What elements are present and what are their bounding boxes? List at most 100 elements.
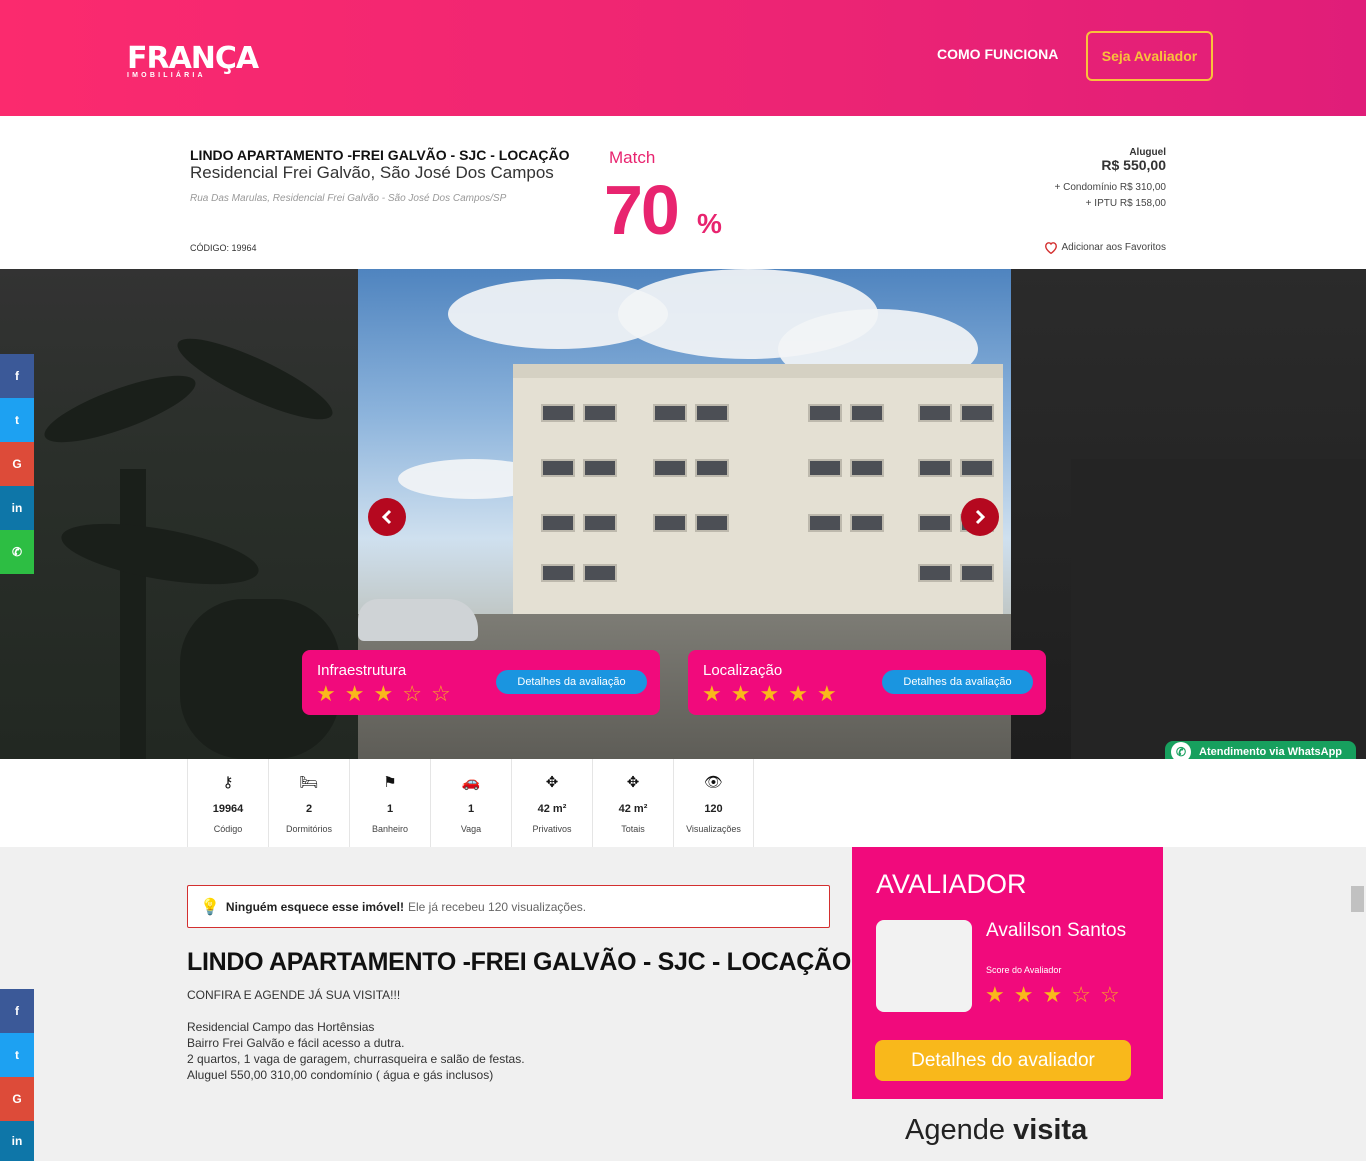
feature-code: ⚷ 19964 Código: [187, 759, 268, 847]
nav-como-funciona[interactable]: COMO FUNCIONA: [937, 46, 1058, 62]
match-percent: %: [697, 208, 722, 239]
property-address: Rua Das Marulas, Residencial Frei Galvão…: [190, 193, 507, 204]
feature-value: 2: [305, 803, 313, 815]
star-filled-icon: ★: [344, 681, 365, 706]
evaluator-heading: AVALIADOR: [876, 869, 1027, 899]
share-twitter-icon[interactable]: t: [0, 398, 34, 442]
rating-card-localizacao: Localização ★ ★ ★ ★ ★ Detalhes da avaliação: [688, 650, 1046, 715]
feature-label: Totais: [621, 824, 645, 834]
star-empty-icon: ☆: [402, 681, 422, 706]
feature-views: 👁 120 Visualizações: [673, 759, 754, 847]
photo-gallery[interactable]: [0, 269, 1366, 759]
feature-label: Visualizações: [686, 824, 741, 834]
description-line: Bairro Frei Galvão e fácil acesso a dutr…: [187, 1036, 405, 1050]
alert-text: Ele já recebeu 120 visualizações.: [408, 899, 587, 914]
star-filled-icon: ★: [1013, 982, 1034, 1007]
star-empty-icon: ☆: [1071, 982, 1091, 1007]
schedule-light: Agende: [905, 1114, 1005, 1146]
star-filled-icon: ★: [816, 681, 837, 706]
gallery-next-button[interactable]: [961, 498, 999, 536]
share-google-icon[interactable]: G: [0, 442, 34, 486]
share-linkedin-icon[interactable]: in: [0, 1121, 34, 1161]
feature-parking: 🚗 1 Vaga: [430, 759, 511, 847]
description-title: LINDO APARTAMENTO -FREI GALVÃO - SJC - L…: [187, 948, 851, 976]
iptu-fee: + IPTU R$ 158,00: [1085, 198, 1166, 209]
car-icon: 🚗: [461, 774, 481, 791]
star-filled-icon: ★: [316, 681, 336, 706]
gallery-prev-button[interactable]: [368, 498, 406, 536]
star-filled-icon: ★: [1042, 982, 1063, 1007]
star-empty-icon: ☆: [1099, 982, 1120, 1007]
rating-title: Infraestrutura: [317, 662, 407, 679]
schedule-bold: visita: [1013, 1114, 1088, 1146]
top-header: FRANÇA IMOBILIÁRIA COMO FUNCIONA Seja Av…: [0, 0, 1366, 116]
match-value: 70: [604, 171, 680, 249]
property-code: CÓDIGO: 19964: [190, 243, 257, 253]
description-line: CONFIRA E AGENDE JÁ SUA VISITA!!!: [187, 988, 401, 1002]
evaluator-name: Avalilson Santos: [986, 920, 1127, 941]
description-line: Aluguel 550,00 310,00 condomínio ( água …: [187, 1068, 494, 1082]
lightbulb-icon: 💡: [200, 898, 220, 916]
star-filled-icon: ★: [730, 681, 751, 706]
star-filled-icon: ★: [702, 681, 722, 706]
feature-bedrooms: 🛏 2 Dormitórios: [268, 759, 349, 847]
share-whatsapp-icon[interactable]: ✆: [0, 530, 34, 574]
feature-value: 1: [386, 803, 394, 815]
heart-icon: [1044, 242, 1057, 254]
shower-icon: ⚑: [383, 774, 397, 791]
feature-label: Privativos: [532, 824, 572, 834]
favorite-label: Adicionar aos Favoritos: [1061, 242, 1167, 253]
add-favorite-button[interactable]: Adicionar aos Favoritos: [1044, 241, 1167, 254]
schedule-visit-heading: Agende visita: [905, 1114, 1087, 1147]
share-twitter-icon[interactable]: t: [0, 1033, 34, 1077]
share-facebook-icon[interactable]: f: [0, 354, 34, 398]
move-icon: ✥: [626, 774, 640, 791]
star-filled-icon: ★: [788, 681, 808, 706]
rent-value: R$ 550,00: [1101, 157, 1166, 173]
alert-strong-text: Ninguém esquece esse imóvel!: [225, 899, 404, 914]
seja-avaliador-button[interactable]: Seja Avaliador: [1086, 31, 1213, 81]
property-features: ⚷ 19964 Código 🛏 2 Dormitórios ⚑ 1 Banhe…: [0, 759, 1366, 847]
share-facebook-icon[interactable]: f: [0, 989, 34, 1033]
description-line: Residencial Campo das Hortênsias: [187, 1020, 375, 1034]
share-linkedin-icon[interactable]: in: [0, 486, 34, 530]
chevron-right-icon: [975, 509, 986, 525]
avatar: [876, 920, 972, 1012]
feature-private-area: ✥ 42 m² Privativos: [511, 759, 592, 847]
feature-label: Vaga: [460, 824, 482, 834]
star-filled-icon: ★: [759, 681, 780, 706]
feature-label: Dormitórios: [285, 824, 332, 834]
evaluator-stars: ★ ★ ★ ☆ ☆: [985, 983, 1120, 1007]
star-filled-icon: ★: [373, 681, 394, 706]
match-label: Match: [609, 148, 656, 167]
share-google-icon[interactable]: G: [0, 1077, 34, 1121]
move-icon: ✥: [545, 774, 559, 791]
feature-value: 19964: [212, 803, 244, 815]
bed-icon: 🛏: [299, 774, 319, 791]
rating-card-infraestrutura: Infraestrutura ★ ★ ★ ☆ ☆ Detalhes da avaliaç…: [302, 650, 660, 715]
whatsapp-label: Atendimento via WhatsApp: [1199, 746, 1343, 758]
scrollbar-thumb[interactable]: [1351, 886, 1364, 912]
star-empty-icon: ☆: [430, 681, 451, 706]
evaluator-details-button[interactable]: Detalhes do avaliador: [875, 1040, 1131, 1081]
feature-value: 1: [467, 803, 475, 815]
feature-value: 120: [704, 803, 723, 815]
gallery-next-photo: [1011, 269, 1366, 759]
rating-details-button[interactable]: Detalhes da avaliação: [496, 670, 647, 694]
feature-label: Banheiro: [371, 824, 409, 834]
chevron-left-icon: [381, 509, 392, 525]
feature-value: 42 m²: [537, 803, 567, 815]
rating-details-button[interactable]: Detalhes da avaliação: [882, 670, 1033, 694]
evaluator-score-label: Score do Avaliador: [986, 965, 1062, 975]
franca-logo[interactable]: FRANÇA IMOBILIÁRIA: [127, 44, 259, 80]
condo-fee: + Condomínio R$ 310,00: [1054, 182, 1166, 193]
rating-stars: ★ ★ ★ ★ ★: [702, 682, 837, 706]
feature-bathrooms: ⚑ 1 Banheiro: [349, 759, 430, 847]
feature-label: Código: [213, 824, 243, 834]
star-filled-icon: ★: [985, 982, 1005, 1007]
feature-value: 42 m²: [618, 803, 648, 815]
rating-title: Localização: [703, 662, 783, 679]
eye-icon: 👁: [703, 774, 724, 791]
rating-stars: ★ ★ ★ ☆ ☆: [316, 682, 451, 706]
property-subtitle: Residencial Frei Galvão, São José Dos Ca…: [190, 163, 554, 182]
